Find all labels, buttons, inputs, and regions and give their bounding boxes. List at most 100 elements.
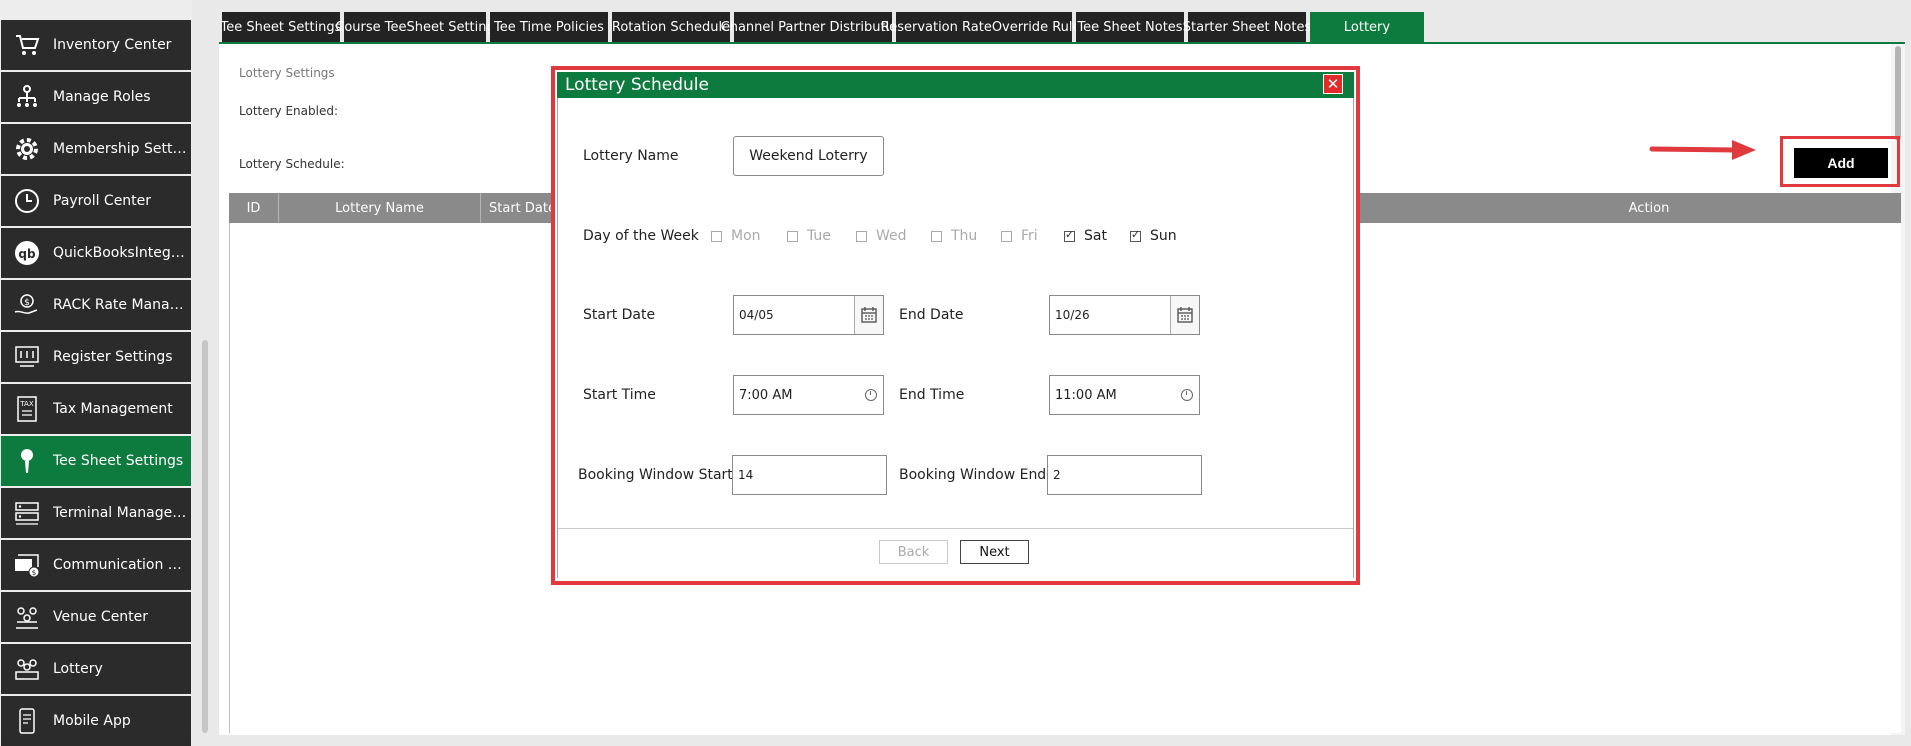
column-header-lottery-name[interactable]: Lottery Name [279, 193, 481, 223]
checkbox[interactable] [1001, 230, 1012, 242]
end-date-label: End Date [899, 307, 964, 323]
booking-window-end-field[interactable]: 2 [1047, 455, 1202, 495]
sidebar-item-register-settings[interactable]: Register Settings [1, 332, 191, 382]
sidebar-item-terminal-management[interactable]: Terminal Management [1, 488, 191, 538]
sidebar-item-quickbooks[interactable]: qb QuickBooksIntegration [1, 228, 191, 278]
svg-text:$: $ [24, 298, 30, 308]
checkbox[interactable] [856, 230, 867, 242]
day-of-week-label: Day of the Week [583, 228, 699, 244]
communication-icon: $ [1, 550, 53, 580]
gear-icon [1, 134, 53, 164]
day-checkbox-thu[interactable]: Thu [931, 228, 977, 244]
start-date-field[interactable]: 04/05 [733, 295, 884, 335]
day-label: Tue [807, 228, 831, 244]
mobile-app-icon [1, 706, 53, 736]
day-checkbox-sun[interactable]: Sun [1130, 228, 1177, 244]
sidebar-item-rack-rate[interactable]: $ RACK Rate Manageme... [1, 280, 191, 330]
main-scrollbar-thumb[interactable] [1895, 46, 1901, 141]
sidebar-item-label: Venue Center [53, 609, 149, 625]
tax-icon: TAX [1, 394, 53, 424]
clock-icon[interactable] [1181, 389, 1193, 401]
day-label: Sun [1150, 228, 1177, 244]
close-icon[interactable]: ✕ [1323, 74, 1343, 94]
column-header-id[interactable]: ID [229, 193, 279, 223]
lottery-enabled-label: Lottery Enabled: [239, 104, 338, 118]
checkbox[interactable] [787, 230, 798, 242]
sidebar-item-tee-sheet-settings[interactable]: Tee Sheet Settings [1, 436, 191, 486]
sidebar-scrollbar[interactable] [200, 0, 210, 733]
day-checkbox-sat[interactable]: Sat [1064, 228, 1107, 244]
hand-dollar-icon: $ [1, 290, 53, 320]
sidebar-item-label: QuickBooksIntegration [53, 245, 187, 261]
sidebar-item-label: Mobile App [53, 713, 131, 729]
sidebar-item-venue-center[interactable]: Venue Center [1, 592, 191, 642]
tab-lottery[interactable]: Lottery [1310, 12, 1424, 42]
booking-window-end-label: Booking Window End [899, 467, 1047, 483]
day-label: Mon [731, 228, 761, 244]
hierarchy-icon [1, 82, 53, 112]
venue-icon [1, 602, 53, 632]
tab-reservation-rate-override-rules[interactable]: Reservation RateOverride Rules [881, 12, 1087, 42]
back-button[interactable]: Back [879, 540, 948, 564]
clock-icon[interactable] [865, 389, 877, 401]
column-header-action[interactable]: Action [1549, 193, 1749, 223]
calendar-icon[interactable] [1170, 296, 1199, 334]
lottery-name-field[interactable]: Weekend Loterry [733, 136, 884, 176]
sidebar-item-lottery[interactable]: Lottery [1, 644, 191, 694]
golf-tee-icon [1, 446, 53, 476]
tab-tee-time-policies[interactable]: Tee Time Policies [490, 12, 608, 42]
lottery-name-label: Lottery Name [583, 148, 679, 164]
checkbox[interactable] [931, 230, 942, 242]
start-date-value: 04/05 [739, 308, 774, 322]
tab-tee-sheet-settings[interactable]: Tee Sheet Settings [221, 12, 341, 42]
day-checkbox-mon[interactable]: Mon [711, 228, 761, 244]
annotation-arrow-add [1649, 140, 1756, 160]
add-button[interactable]: Add [1794, 148, 1888, 178]
terminal-icon [1, 498, 53, 528]
tab-course-teesheet-setting[interactable]: Course TeeSheet Setting [335, 12, 495, 42]
booking-window-start-field[interactable]: 14 [732, 455, 887, 495]
sidebar-item-payroll-center[interactable]: Payroll Center [1, 176, 191, 226]
sidebar-item-label: Communication Center [53, 557, 187, 573]
sidebar: Inventory Center Manage Roles Membership… [0, 0, 192, 746]
tab-tee-sheet-notes[interactable]: Tee Sheet Notes [1076, 12, 1184, 42]
tab-starter-sheet-notes[interactable]: Starter Sheet Notes [1183, 12, 1311, 42]
day-checkbox-fri[interactable]: Fri [1001, 228, 1038, 244]
register-icon [1, 342, 53, 372]
end-date-field[interactable]: 10/26 [1049, 295, 1200, 335]
end-time-value: 11:00 AM [1055, 387, 1117, 403]
day-label: Thu [951, 228, 978, 244]
next-button[interactable]: Next [960, 540, 1029, 564]
start-time-value: 7:00 AM [739, 387, 793, 403]
sidebar-item-inventory-center[interactable]: Inventory Center [1, 20, 191, 70]
checkbox[interactable] [1130, 228, 1141, 242]
svg-text:qb: qb [18, 247, 36, 261]
sidebar-item-label: Tee Sheet Settings [53, 453, 184, 469]
sidebar-scrollbar-thumb[interactable] [202, 340, 208, 733]
sidebar-item-label: Manage Roles [53, 89, 151, 105]
tab-channel-partner-distribution[interactable]: Channel Partner Distribution [721, 12, 905, 42]
checkbox[interactable] [1064, 228, 1075, 242]
sidebar-item-mobile-app[interactable]: Mobile App [1, 696, 191, 746]
day-checkbox-tue[interactable]: Tue [787, 228, 831, 244]
end-time-label: End Time [899, 387, 965, 403]
dialog-body [557, 98, 1354, 578]
calendar-icon[interactable] [854, 296, 883, 334]
day-label: Sat [1084, 228, 1107, 244]
sidebar-item-membership-settings[interactable]: Membership Settings [1, 124, 191, 174]
day-checkbox-wed[interactable]: Wed [856, 228, 907, 244]
checkbox[interactable] [711, 230, 722, 242]
sidebar-item-communication-center[interactable]: $ Communication Center [1, 540, 191, 590]
sidebar-item-tax-management[interactable]: TAX Tax Management [1, 384, 191, 434]
sidebar-item-label: Membership Settings [53, 141, 187, 157]
start-time-field[interactable]: 7:00 AM [733, 375, 884, 415]
sidebar-item-label: RACK Rate Manageme... [53, 297, 187, 313]
tab-bar: Tee Sheet Settings Course TeeSheet Setti… [221, 12, 1424, 42]
tab-rotation-schedule[interactable]: Rotation Schedule [612, 12, 730, 42]
end-time-field[interactable]: 11:00 AM [1049, 375, 1200, 415]
sidebar-item-manage-roles[interactable]: Manage Roles [1, 72, 191, 122]
sidebar-item-label: Tax Management [53, 401, 173, 417]
sidebar-item-label: Lottery [53, 661, 103, 677]
sidebar-item-label: Inventory Center [53, 37, 172, 53]
sidebar-item-label: Payroll Center [53, 193, 152, 209]
